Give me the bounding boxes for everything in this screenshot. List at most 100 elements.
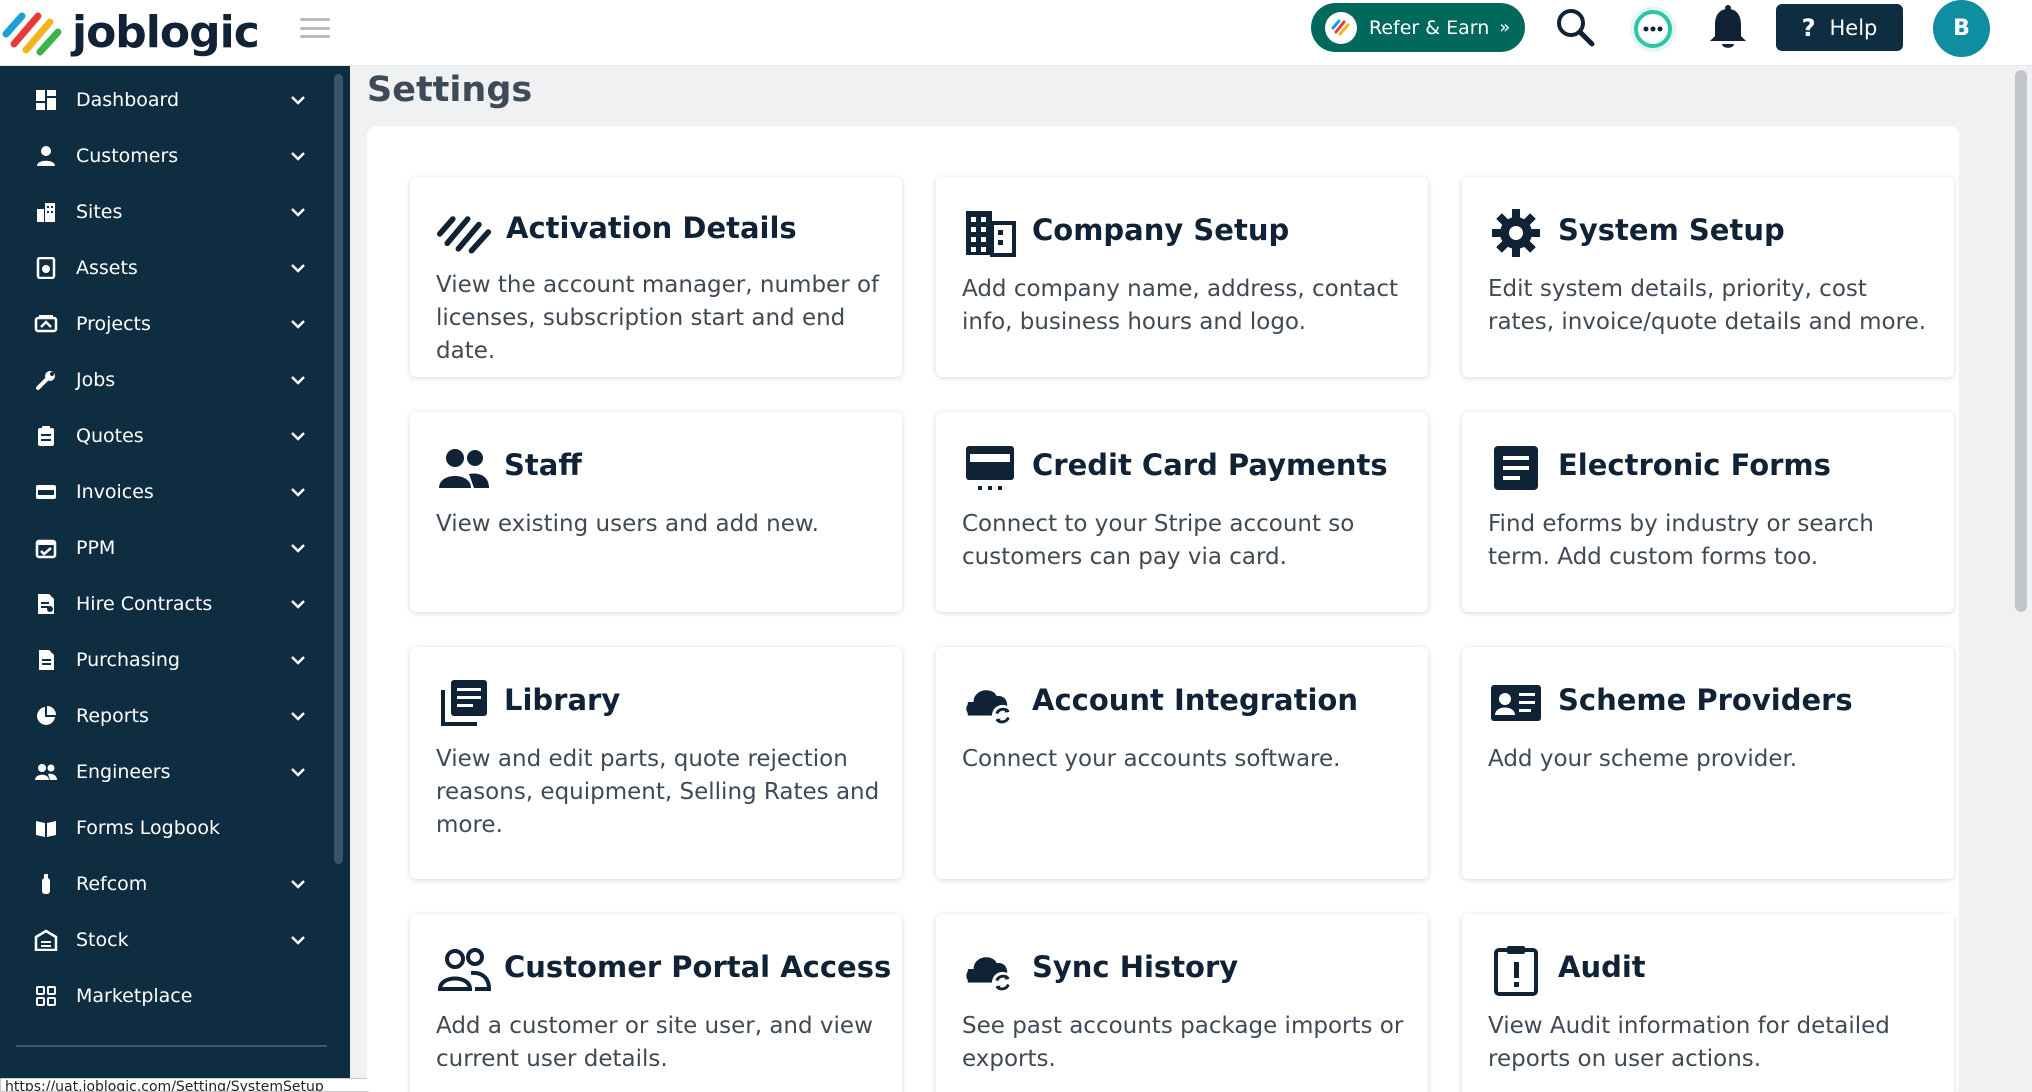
chevron-down-icon <box>291 600 305 609</box>
joblogic-icon <box>436 205 492 261</box>
settings-panel: Activation Details View the account mana… <box>367 126 1959 1092</box>
sidebar-item-label: Assets <box>76 257 138 279</box>
joblogic-small-icon <box>1325 11 1357 44</box>
sidebar-item-hire-contracts[interactable]: Hire Contracts <box>0 576 330 632</box>
chevron-down-icon <box>291 152 305 161</box>
bell-icon[interactable] <box>1705 3 1751 53</box>
card-library[interactable]: Library View and edit parts, quote rejec… <box>410 647 902 879</box>
document-icon <box>31 645 61 675</box>
building-icon <box>962 205 1018 261</box>
card-title: Electronic Forms <box>1558 448 1831 482</box>
sidebar-item-label: Dashboard <box>76 89 180 111</box>
card-description: View Audit information for detailed repo… <box>1488 1013 1890 1072</box>
sidebar-item-jobs[interactable]: Jobs <box>0 352 330 408</box>
page-scrollbar[interactable] <box>2015 70 2027 612</box>
card-description: Edit system details, priority, cost rate… <box>1488 276 1927 335</box>
card-sync-history[interactable]: Sync History See past accounts package i… <box>936 914 1428 1092</box>
card-system-setup[interactable]: System Setup Edit system details, priori… <box>1462 177 1954 377</box>
sidebar-item-ppm[interactable]: PPM <box>0 520 330 576</box>
card-title: Library <box>504 683 621 717</box>
refer-earn-button[interactable]: Refer & Earn » <box>1311 3 1525 52</box>
card-description: View existing users and add new. <box>436 511 819 537</box>
chevron-down-icon <box>291 432 305 441</box>
card-description: Add company name, address, contact info,… <box>962 276 1399 335</box>
card-account-integration[interactable]: Account Integration Connect your account… <box>936 647 1428 879</box>
user-avatar[interactable]: B <box>1933 0 1990 57</box>
joblogic-logo-mark-icon <box>2 12 62 56</box>
sidebar-divider <box>16 1045 327 1047</box>
sidebar-item-label: Sites <box>76 201 123 223</box>
menu-toggle-button[interactable] <box>300 16 330 40</box>
card-title: Company Setup <box>1032 213 1290 247</box>
chevron-down-icon <box>291 376 305 385</box>
chevron-down-icon <box>291 712 305 721</box>
card-title: Customer Portal Access <box>504 950 892 984</box>
sidebar-item-engineers[interactable]: Engineers <box>0 744 330 800</box>
chevron-down-icon <box>291 768 305 777</box>
card-staff[interactable]: Staff View existing users and add new. <box>410 412 902 612</box>
sidebar-item-label: Projects <box>76 313 151 335</box>
sidebar-item-sites[interactable]: Sites <box>0 184 330 240</box>
chevron-down-icon <box>291 488 305 497</box>
sidebar-item-label: Reports <box>76 705 149 727</box>
cloud-sync-icon <box>962 675 1018 731</box>
search-icon[interactable] <box>1553 5 1597 49</box>
people-icon <box>31 757 61 787</box>
sidebar-item-reports[interactable]: Reports <box>0 688 330 744</box>
asset-tag-icon <box>31 253 61 283</box>
sidebar-item-projects[interactable]: Projects <box>0 296 330 352</box>
card-description: View the account manager, number of lice… <box>436 272 880 364</box>
top-bar: joblogic Refer & Earn » ? Help B <box>0 0 2032 66</box>
card-description: Add your scheme provider. <box>1488 746 1798 772</box>
joblogic-logo[interactable]: joblogic <box>0 4 260 60</box>
warehouse-icon <box>31 925 61 955</box>
card-title: Audit <box>1558 950 1646 984</box>
people-outline-icon <box>436 942 492 998</box>
sidebar-item-stock[interactable]: Stock <box>0 912 330 968</box>
clipboard-icon <box>31 421 61 451</box>
sidebar-item-quotes[interactable]: Quotes <box>0 408 330 464</box>
chat-bubble-icon[interactable] <box>1627 3 1679 55</box>
credit-card-icon <box>962 440 1018 496</box>
card-title: Account Integration <box>1032 683 1358 717</box>
sidebar-item-label: Hire Contracts <box>76 593 213 615</box>
chevron-down-icon <box>291 264 305 273</box>
card-description: See past accounts package imports or exp… <box>962 1013 1404 1072</box>
help-button[interactable]: ? Help <box>1776 4 1903 51</box>
card-customer-portal-access[interactable]: Customer Portal Access Add a customer or… <box>410 914 902 1092</box>
chevron-down-icon <box>291 208 305 217</box>
card-activation-details[interactable]: Activation Details View the account mana… <box>410 177 902 377</box>
library-icon <box>436 675 492 731</box>
sidebar-item-assets[interactable]: Assets <box>0 240 330 296</box>
brand-name: joblogic <box>72 6 260 58</box>
sidebar-item-invoices[interactable]: Invoices <box>0 464 330 520</box>
sidebar-scrollbar[interactable] <box>334 74 343 864</box>
cylinder-icon <box>31 869 61 899</box>
chevron-down-icon <box>291 656 305 665</box>
sidebar-item-label: Engineers <box>76 761 171 783</box>
card-title: Activation Details <box>506 211 797 245</box>
card-audit[interactable]: Audit View Audit information for detaile… <box>1462 914 1954 1092</box>
card-credit-card-payments[interactable]: Credit Card Payments Connect to your Str… <box>936 412 1428 612</box>
sidebar-item-dashboard[interactable]: Dashboard <box>0 72 330 128</box>
id-card-icon <box>1488 675 1544 731</box>
card-electronic-forms[interactable]: Electronic Forms Find eforms by industry… <box>1462 412 1954 612</box>
double-chevron-right-icon: » <box>1499 17 1511 38</box>
sidebar-item-label: Purchasing <box>76 649 180 671</box>
calendar-check-icon <box>31 533 61 563</box>
cloud-sync-icon <box>962 942 1018 998</box>
sidebar-item-marketplace[interactable]: Marketplace <box>0 968 330 1024</box>
hamburger-line <box>300 35 330 38</box>
card-description: Add a customer or site user, and view cu… <box>436 1013 873 1072</box>
card-scheme-providers[interactable]: Scheme Providers Add your scheme provide… <box>1462 647 1954 879</box>
form-icon <box>1488 440 1544 496</box>
sidebar-item-purchasing[interactable]: Purchasing <box>0 632 330 688</box>
card-icon <box>31 477 61 507</box>
sidebar-item-refcom[interactable]: Refcom <box>0 856 330 912</box>
page-title: Settings <box>367 70 533 110</box>
card-company-setup[interactable]: Company Setup Add company name, address,… <box>936 177 1428 377</box>
gear-icon <box>1488 205 1544 261</box>
contract-icon <box>31 589 61 619</box>
sidebar-item-customers[interactable]: Customers <box>0 128 330 184</box>
sidebar-item-forms-logbook[interactable]: Forms Logbook <box>0 800 330 856</box>
